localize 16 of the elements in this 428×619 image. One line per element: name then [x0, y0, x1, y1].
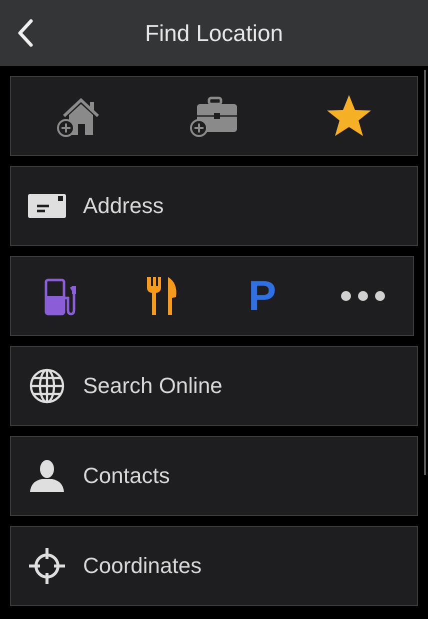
menu-item[interactable]: Address: [10, 166, 418, 246]
menu-label: Address: [83, 193, 164, 219]
more-icon[interactable]: [340, 290, 386, 302]
person-icon: [28, 459, 66, 493]
back-button[interactable]: [16, 18, 34, 48]
menu-item[interactable]: Coordinates: [10, 526, 418, 606]
parking-button[interactable]: P: [248, 275, 276, 317]
menu-label: Coordinates: [83, 553, 202, 579]
crosshair-icon: [27, 546, 67, 586]
menu-label: Search Online: [83, 373, 222, 399]
menu-item[interactable]: Contacts: [10, 436, 418, 516]
menu-label: Contacts: [83, 463, 170, 489]
envelope-icon: [27, 192, 67, 220]
screen-title: Find Location: [144, 20, 284, 46]
menu-item[interactable]: Search Online: [10, 346, 418, 426]
globe-icon: [28, 367, 66, 405]
